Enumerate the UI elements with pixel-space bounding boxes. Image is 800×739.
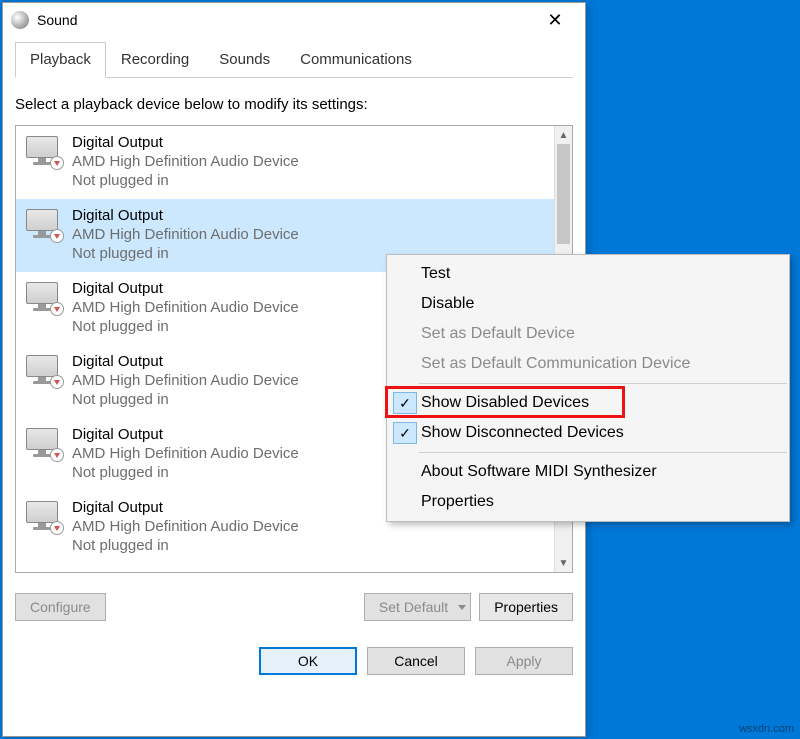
context-menu[interactable]: Test Disable Set as Default Device Set as D…: [386, 254, 790, 522]
window-title: Sound: [37, 12, 533, 28]
unplugged-badge-icon: [50, 375, 64, 389]
device-name: Digital Output: [72, 134, 299, 151]
configure-button[interactable]: Configure: [15, 593, 106, 621]
device-icon: [26, 209, 62, 241]
menu-item-label: About Software MIDI Synthesizer: [421, 463, 657, 481]
check-icon: [393, 323, 417, 345]
sound-icon: [11, 11, 29, 29]
device-icon: [26, 501, 62, 533]
check-icon: [393, 491, 417, 513]
chevron-down-icon: [458, 605, 466, 610]
tab-recording[interactable]: Recording: [106, 42, 204, 78]
menu-item-show-disabled-devices[interactable]: ✓Show Disabled Devices: [387, 388, 789, 418]
device-icon: [26, 428, 62, 460]
check-icon: [393, 353, 417, 375]
unplugged-badge-icon: [50, 229, 64, 243]
device-desc: AMD High Definition Audio Device: [72, 445, 299, 462]
menu-item-label: Show Disconnected Devices: [421, 424, 624, 442]
device-desc: AMD High Definition Audio Device: [72, 226, 299, 243]
menu-item-test[interactable]: Test: [387, 259, 789, 289]
device-name: Digital Output: [72, 207, 299, 224]
check-icon: ✓: [393, 392, 417, 414]
device-item[interactable]: Digital Output AMD High Definition Audio…: [16, 126, 554, 199]
device-desc: AMD High Definition Audio Device: [72, 518, 299, 535]
device-desc: AMD High Definition Audio Device: [72, 372, 299, 389]
device-status: Not plugged in: [72, 464, 299, 481]
menu-item-set-as-default-device: Set as Default Device: [387, 319, 789, 349]
menu-item-label: Test: [421, 265, 450, 283]
device-status: Not plugged in: [72, 318, 299, 335]
check-icon: [393, 293, 417, 315]
check-icon: [393, 263, 417, 285]
instruction-text: Select a playback device below to modify…: [15, 96, 573, 113]
menu-item-set-as-default-communication-device: Set as Default Communication Device: [387, 349, 789, 379]
menu-item-about-software-midi-synthesizer[interactable]: About Software MIDI Synthesizer: [387, 457, 789, 487]
close-button[interactable]: ✕: [533, 5, 577, 35]
menu-item-label: Set as Default Communication Device: [421, 355, 690, 373]
tab-communications[interactable]: Communications: [285, 42, 427, 78]
tab-playback[interactable]: Playback: [15, 42, 106, 78]
watermark: wsxdn.com: [739, 723, 794, 735]
device-desc: AMD High Definition Audio Device: [72, 299, 299, 316]
device-status: Not plugged in: [72, 245, 299, 262]
device-desc: AMD High Definition Audio Device: [72, 153, 299, 170]
properties-button[interactable]: Properties: [479, 593, 573, 621]
device-name: Digital Output: [72, 426, 299, 443]
menu-item-label: Show Disabled Devices: [421, 394, 589, 412]
menu-item-properties[interactable]: Properties: [387, 487, 789, 517]
scroll-up-button[interactable]: ▲: [555, 126, 572, 144]
menu-item-label: Properties: [421, 493, 494, 511]
device-name: Digital Output: [72, 499, 299, 516]
device-icon: [26, 355, 62, 387]
tab-sounds[interactable]: Sounds: [204, 42, 285, 78]
titlebar: Sound ✕: [3, 3, 585, 37]
device-name: Digital Output: [72, 353, 299, 370]
menu-item-label: Disable: [421, 295, 474, 313]
device-icon: [26, 136, 62, 168]
unplugged-badge-icon: [50, 302, 64, 316]
device-icon: [26, 282, 62, 314]
menu-separator: [419, 452, 787, 453]
ok-button[interactable]: OK: [259, 647, 357, 675]
unplugged-badge-icon: [50, 448, 64, 462]
check-icon: [393, 461, 417, 483]
scroll-down-button[interactable]: ▼: [555, 554, 572, 572]
device-status: Not plugged in: [72, 172, 299, 189]
menu-item-show-disconnected-devices[interactable]: ✓Show Disconnected Devices: [387, 418, 789, 448]
unplugged-badge-icon: [50, 521, 64, 535]
check-icon: ✓: [393, 422, 417, 444]
device-status: Not plugged in: [72, 537, 299, 554]
menu-separator: [419, 383, 787, 384]
menu-item-disable[interactable]: Disable: [387, 289, 789, 319]
unplugged-badge-icon: [50, 156, 64, 170]
device-name: Digital Output: [72, 280, 299, 297]
scroll-thumb[interactable]: [557, 144, 570, 244]
apply-button[interactable]: Apply: [475, 647, 573, 675]
set-default-button[interactable]: Set Default: [364, 593, 471, 621]
dialog-footer: OK Cancel Apply: [3, 633, 585, 689]
device-status: Not plugged in: [72, 391, 299, 408]
tab-strip: PlaybackRecordingSoundsCommunications: [15, 41, 573, 78]
cancel-button[interactable]: Cancel: [367, 647, 465, 675]
menu-item-label: Set as Default Device: [421, 325, 575, 343]
